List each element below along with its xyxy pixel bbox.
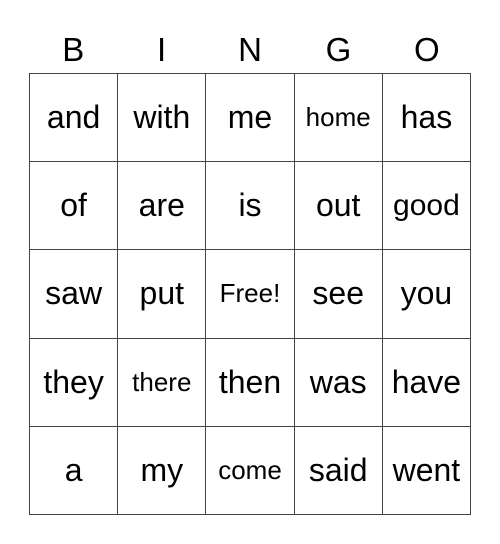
- header-letter-g: G: [325, 31, 352, 68]
- free-space-cell[interactable]: Free!: [206, 250, 295, 339]
- header-letter-i: I: [157, 31, 167, 68]
- bingo-cell[interactable]: have: [382, 338, 471, 427]
- bingo-cell[interactable]: then: [206, 338, 295, 427]
- bingo-cell[interactable]: a: [30, 426, 119, 515]
- bingo-cell[interactable]: put: [118, 250, 207, 339]
- bingo-cell[interactable]: went: [382, 426, 471, 515]
- bingo-header: B I N G O: [29, 28, 471, 72]
- bingo-cell[interactable]: are: [118, 162, 207, 251]
- bingo-cell[interactable]: home: [294, 74, 383, 163]
- bingo-cell[interactable]: and: [30, 74, 119, 163]
- header-letter-n: N: [238, 31, 262, 68]
- bingo-grid: and with me home has of are is out good saw put Free…: [29, 73, 471, 515]
- bingo-cell[interactable]: saw: [30, 250, 119, 339]
- header-letter-o: O: [413, 31, 440, 68]
- bingo-cell[interactable]: me: [206, 74, 295, 163]
- bingo-cell[interactable]: said: [294, 426, 383, 515]
- bingo-cell[interactable]: see: [294, 250, 383, 339]
- bingo-cell[interactable]: come: [206, 426, 295, 515]
- bingo-cell[interactable]: out: [294, 162, 383, 251]
- bingo-cell[interactable]: of: [30, 162, 119, 251]
- bingo-cell[interactable]: with: [118, 74, 207, 163]
- bingo-cell[interactable]: my: [118, 426, 207, 515]
- bingo-cell[interactable]: they: [30, 338, 119, 427]
- bingo-cell[interactable]: good: [382, 162, 471, 251]
- bingo-cell[interactable]: you: [382, 250, 471, 339]
- bingo-cell[interactable]: there: [118, 338, 207, 427]
- bingo-cell[interactable]: was: [294, 338, 383, 427]
- bingo-cell[interactable]: has: [382, 74, 471, 163]
- header-letter-b: B: [62, 31, 85, 68]
- bingo-cell[interactable]: is: [206, 162, 295, 251]
